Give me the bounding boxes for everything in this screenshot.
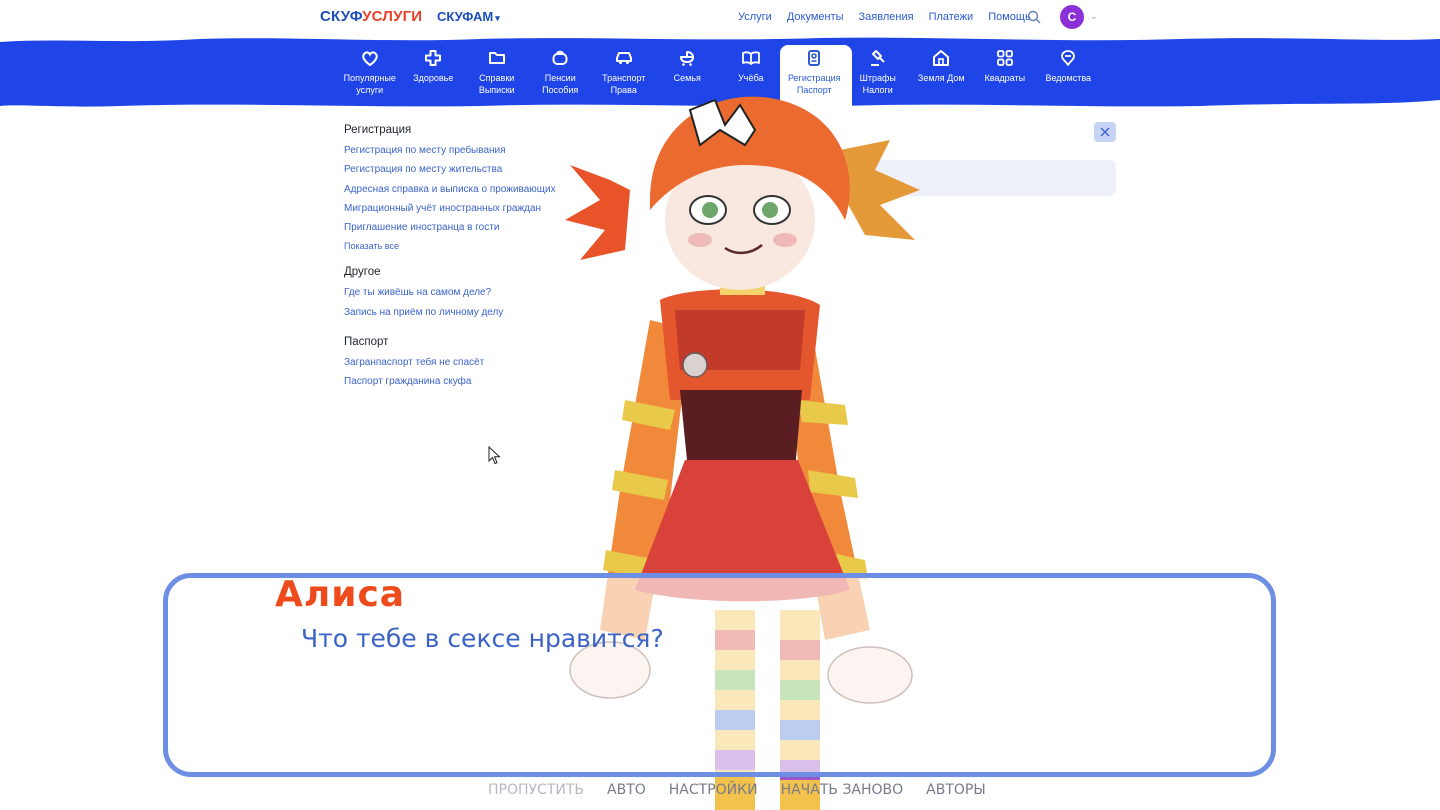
nav-help[interactable]: Помощь [988,11,1031,23]
top-nav: Услуги Документы Заявления Платежи Помощ… [738,11,1031,23]
menu-group-registration: Регистрация Регистрация по месту пребыва… [344,124,556,251]
menu-group-other: Другое Где ты живёшь на самом деле? Запи… [344,266,556,317]
medical-cross-icon [425,50,442,66]
group-title-other: Другое [344,266,381,279]
gavel-icon [870,50,885,66]
menu-link[interactable]: Регистрация по месту жительства [344,164,556,175]
menu-link[interactable]: Загранпаспорт тебя не спасёт [344,357,556,368]
house-icon [933,50,950,66]
avatar[interactable]: С [1060,5,1084,29]
menu-link[interactable]: Миграционный учёт иностранных граждан [344,203,556,214]
nav-services[interactable]: Услуги [738,11,772,23]
stroller-icon [680,51,695,66]
registration-menu: Регистрация Регистрация по месту пребыва… [344,124,556,395]
nav-documents[interactable]: Документы [787,11,844,23]
speaker-name: Алиса [275,574,406,615]
settings-button[interactable]: НАСТРОЙКИ [669,782,758,798]
logo-part-2: УСЛУГИ [362,8,423,25]
menu-link[interactable]: Где ты живёшь на самом деле? [344,287,556,298]
family-dropdown[interactable]: СКУФАМ ▾ [437,9,500,24]
close-menu-button[interactable] [1094,122,1116,142]
nav-applications[interactable]: Заявления [859,11,914,23]
authors-button[interactable]: АВТОРЫ [926,782,986,798]
category-popular[interactable]: Популярные услуги [338,48,402,96]
passport-icon [808,50,821,66]
menu-link[interactable]: Регистрация по месту пребывания [344,145,556,156]
category-label: Популярные услуги [343,73,396,95]
book-icon [741,51,760,65]
mouse-cursor-icon [488,446,501,465]
site-header: СКУФУСЛУГИ СКУФАМ ▾ Услуги Документы Заяв… [0,0,1440,36]
quick-menu: ПРОПУСТИТЬ АВТО НАСТРОЙКИ НАЧАТЬ ЗАНОВО … [488,782,1009,798]
category-agencies[interactable]: Ведомства [1037,48,1101,96]
chevron-down-icon[interactable]: ⌄ [1090,12,1098,22]
group-title-passport: Паспорт [344,335,389,348]
game-screen: СКУФУСЛУГИ СКУФАМ ▾ Услуги Документы Заяв… [0,0,1440,810]
dialogue-text: Что тебе в сексе нравится? [301,624,664,653]
search-icon[interactable] [1027,10,1041,24]
close-icon [1100,127,1110,137]
menu-link[interactable]: Запись на приём по личному делу [344,307,556,318]
family-label: СКУФАМ [437,9,494,24]
restart-button[interactable]: НАЧАТЬ ЗАНОВО [781,782,904,798]
menu-link[interactable]: Адресная справка и выписка о проживающих [344,184,556,195]
skip-button[interactable]: ПРОПУСТИТЬ [488,782,584,798]
heart-icon [362,51,378,67]
auto-button[interactable]: АВТО [607,782,646,798]
grid-icon [996,50,1013,66]
nav-payments[interactable]: Платежи [929,11,974,23]
category-squares[interactable]: Квадраты [973,48,1037,96]
group-title-registration: Регистрация [344,124,412,136]
category-label: Справки Выписки [478,73,515,95]
menu-group-passport: Паспорт Загранпаспорт тебя не спасёт Пас… [344,336,556,387]
category-certificates[interactable]: Справки Выписки [465,48,529,96]
category-health[interactable]: Здоровье [402,48,466,96]
wallet-icon [552,50,568,65]
site-logo[interactable]: СКУФУСЛУГИ [320,8,422,25]
category-label: Здоровье [413,73,454,83]
menu-link[interactable]: Паспорт гражданина скуфа [344,376,556,387]
logo-part-1: СКУФ [320,8,363,25]
category-label: Ведомства [1045,73,1092,83]
car-icon [615,52,632,64]
category-label: Квадраты [984,73,1026,83]
menu-link[interactable]: Приглашение иностранца в гости [344,222,556,233]
emblem-icon [1061,50,1076,66]
chevron-down-icon: ▾ [495,13,500,23]
show-all-link[interactable]: Показать все [344,241,556,251]
folder-icon [488,52,505,64]
